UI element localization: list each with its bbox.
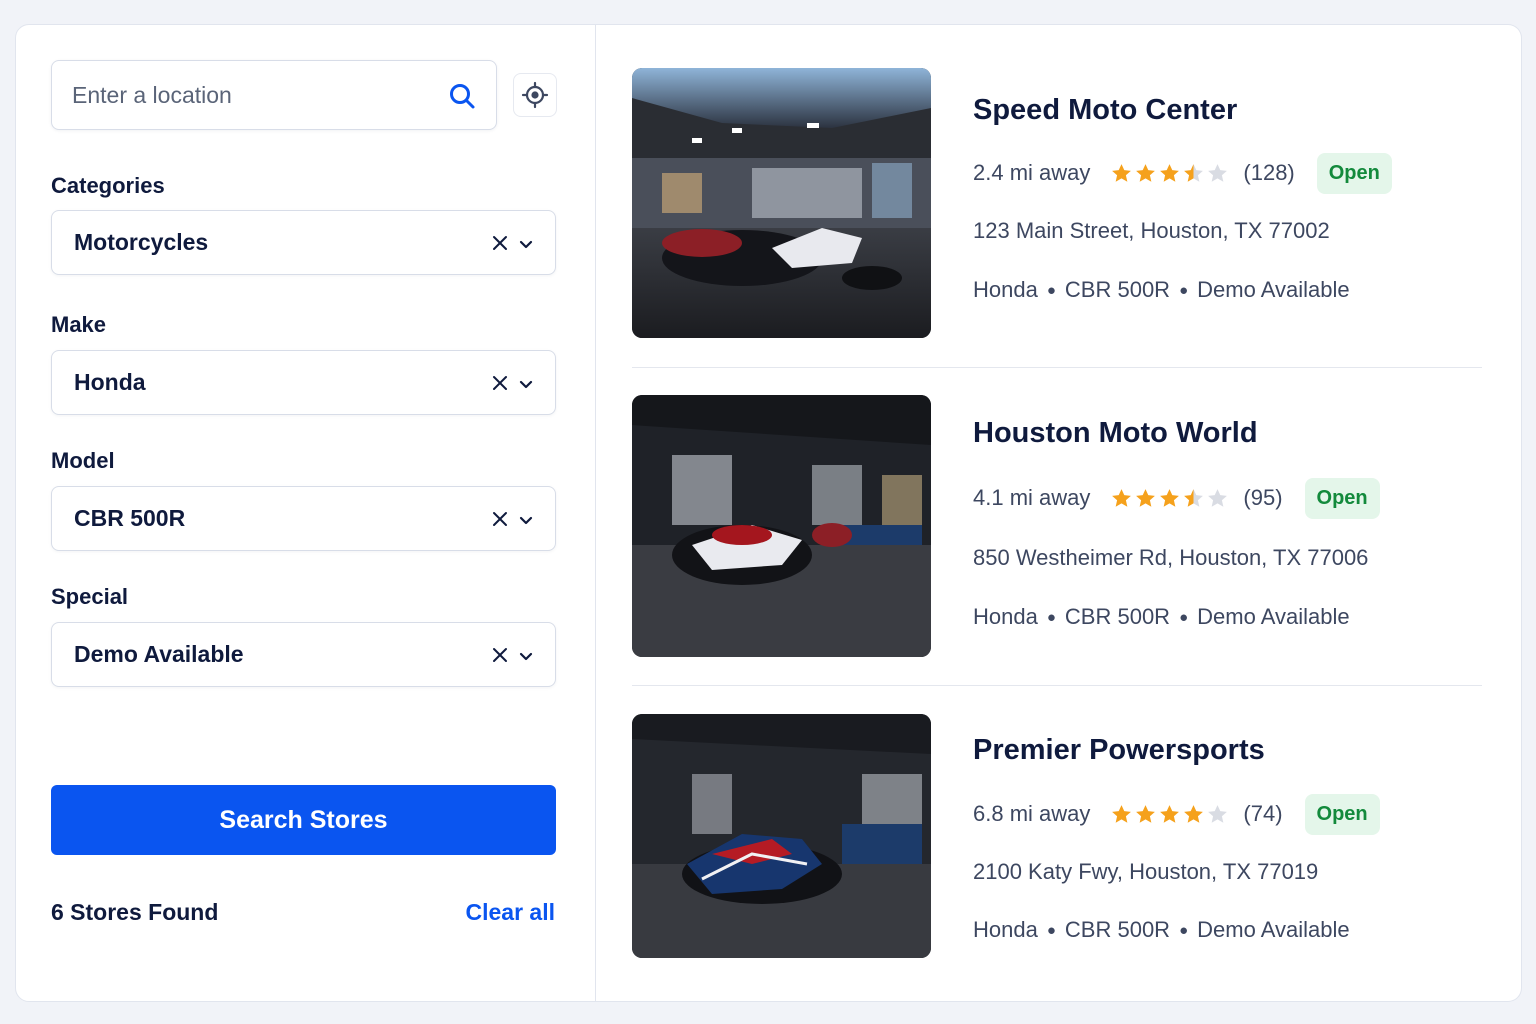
location-search-input[interactable] (72, 61, 432, 129)
bullet-separator-icon: ● (1046, 608, 1056, 626)
bullet-separator-icon: ● (1046, 921, 1056, 939)
divider (632, 685, 1482, 686)
bullet-separator-icon: ● (1179, 921, 1189, 939)
showroom-image (632, 714, 931, 958)
tag-special: Demo Available (1197, 917, 1350, 942)
special-select[interactable]: Demo Available (51, 622, 556, 687)
tag-make: Honda (973, 277, 1038, 302)
store-meta: 2.4 mi away (128) Open (973, 152, 1392, 194)
star-icon (1160, 163, 1180, 182)
location-search-box[interactable] (51, 60, 497, 130)
star-icon (1112, 163, 1132, 182)
review-count[interactable]: (74) (1243, 801, 1282, 827)
use-my-location-button[interactable] (513, 73, 557, 117)
store-card[interactable]: Speed Moto Center 2.4 mi away (128) Open… (632, 68, 1482, 338)
store-photo[interactable] (632, 68, 931, 338)
categories-select-value: Motorcycles (74, 229, 209, 255)
rating-stars (1110, 487, 1229, 510)
store-distance: 4.1 mi away (973, 485, 1091, 510)
results-count: 6 Stores Found (51, 899, 219, 925)
model-select[interactable]: CBR 500R (51, 486, 556, 551)
store-address: 2100 Katy Fwy, Houston, TX 77019 (973, 859, 1319, 884)
rating-stars (1110, 162, 1229, 185)
make-select-value: Honda (74, 369, 146, 395)
tag-make: Honda (973, 604, 1038, 629)
clear-all-link[interactable]: Clear all (466, 899, 556, 926)
categories-clear-icon[interactable] (491, 234, 509, 252)
model-clear-icon[interactable] (491, 510, 509, 528)
filter-panel: Categories Motorcycles Make Honda Model … (15, 24, 596, 1002)
special-clear-icon[interactable] (491, 646, 509, 664)
model-select-value: CBR 500R (74, 505, 186, 531)
model-chevron-down-icon[interactable] (517, 511, 535, 529)
store-tags: Honda ● CBR 500R ● Demo Available (973, 604, 1350, 630)
star-icon (1184, 804, 1204, 823)
review-count[interactable]: (95) (1243, 485, 1282, 511)
make-clear-icon[interactable] (491, 374, 509, 392)
special-chevron-down-icon[interactable] (517, 647, 535, 665)
tag-model: CBR 500R (1064, 604, 1171, 629)
star-icon (1160, 488, 1180, 507)
star-icon (1160, 804, 1180, 823)
tag-model: CBR 500R (1064, 917, 1171, 942)
rating-stars (1110, 803, 1229, 826)
results-panel: Speed Moto Center 2.4 mi away (128) Open… (596, 24, 1522, 1002)
store-tags: Honda ● CBR 500R ● Demo Available (973, 917, 1350, 943)
star-icon (1112, 804, 1132, 823)
showroom-image (632, 395, 931, 657)
star-icon (1184, 488, 1204, 507)
star-icon (1136, 488, 1156, 507)
star-icon (1136, 804, 1156, 823)
categories-select[interactable]: Motorcycles (51, 210, 556, 275)
model-label: Model (51, 448, 115, 473)
star-icon (1136, 163, 1156, 182)
store-address: 850 Westheimer Rd, Houston, TX 77006 (973, 545, 1369, 570)
divider (632, 367, 1482, 368)
store-photo[interactable] (632, 395, 931, 657)
bullet-separator-icon: ● (1179, 281, 1189, 299)
categories-chevron-down-icon[interactable] (517, 235, 535, 253)
tag-special: Demo Available (1197, 277, 1350, 302)
status-badge: Open (1304, 477, 1380, 519)
make-select[interactable]: Honda (51, 350, 556, 415)
crosshair-location-icon (521, 81, 549, 109)
store-address: 123 Main Street, Houston, TX 77002 (973, 218, 1330, 243)
tag-special: Demo Available (1197, 604, 1350, 629)
star-icon (1112, 488, 1132, 507)
status-badge: Open (1316, 152, 1392, 194)
star-icon (1208, 163, 1228, 182)
star-icon (1208, 804, 1228, 823)
make-label: Make (51, 312, 107, 337)
search-stores-button[interactable]: Search Stores (51, 785, 556, 855)
store-name[interactable]: Premier Powersports (973, 734, 1265, 767)
bullet-separator-icon: ● (1179, 608, 1189, 626)
search-icon[interactable] (448, 82, 476, 110)
tag-make: Honda (973, 917, 1038, 942)
showroom-image (632, 68, 931, 338)
categories-label: Categories (51, 173, 165, 198)
store-distance: 2.4 mi away (973, 160, 1091, 185)
store-meta: 6.8 mi away (74) Open (973, 793, 1380, 835)
status-badge: Open (1304, 793, 1380, 835)
special-select-value: Demo Available (74, 641, 244, 667)
special-label: Special (51, 584, 129, 609)
bullet-separator-icon: ● (1046, 281, 1056, 299)
store-photo[interactable] (632, 714, 931, 958)
store-card[interactable]: Premier Powersports 6.8 mi away (74) Ope… (632, 714, 1482, 958)
star-icon (1208, 488, 1228, 507)
tag-model: CBR 500R (1064, 277, 1171, 302)
store-distance: 6.8 mi away (973, 801, 1091, 826)
review-count[interactable]: (128) (1243, 160, 1294, 186)
store-tags: Honda ● CBR 500R ● Demo Available (973, 277, 1350, 303)
make-chevron-down-icon[interactable] (517, 375, 535, 393)
store-name[interactable]: Houston Moto World (973, 417, 1258, 450)
star-icon (1184, 163, 1204, 182)
store-card[interactable]: Houston Moto World 4.1 mi away (95) Open… (632, 395, 1482, 657)
store-name[interactable]: Speed Moto Center (973, 94, 1237, 127)
store-meta: 4.1 mi away (95) Open (973, 477, 1380, 519)
